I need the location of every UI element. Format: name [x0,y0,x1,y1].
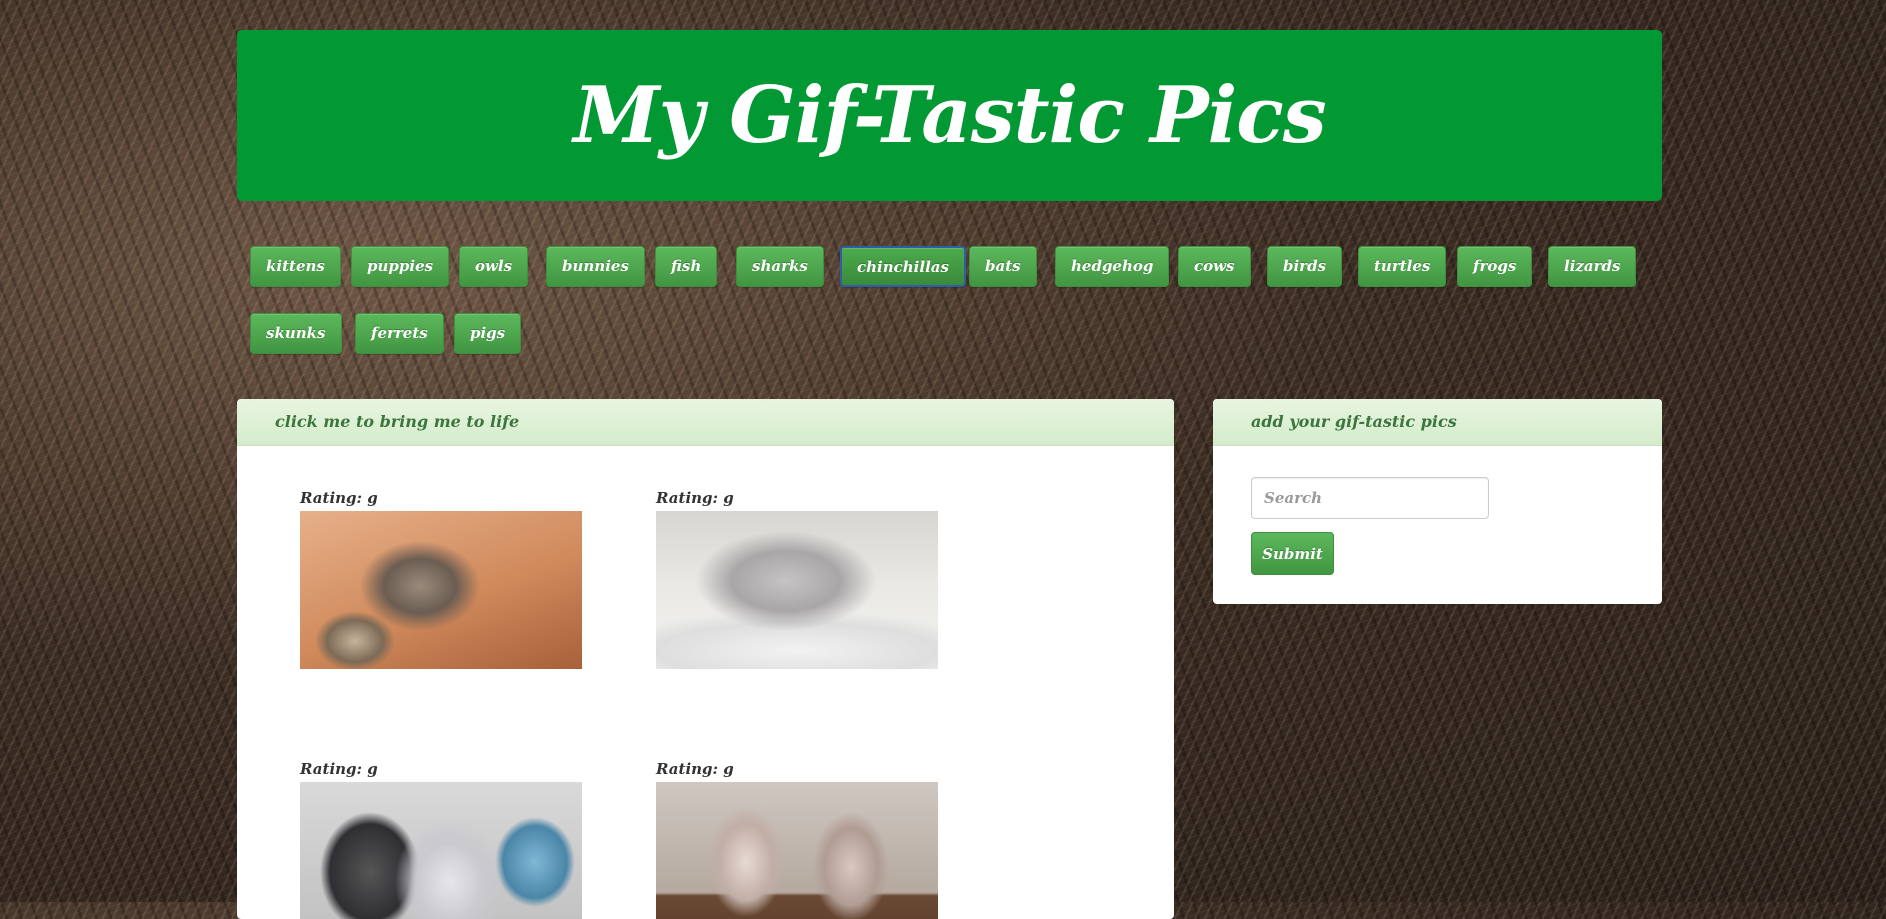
topic-button-cows[interactable]: cows [1178,246,1251,287]
topic-button-bunnies[interactable]: bunnies [546,246,645,287]
topic-button-owls[interactable]: owls [459,246,529,287]
topic-button-kittens[interactable]: kittens [250,246,341,287]
topic-button-frogs[interactable]: frogs [1457,246,1533,287]
gif-image[interactable] [656,782,938,919]
page-title: My Gif-Tastic Pics [573,70,1326,161]
topic-button-chinchillas[interactable]: chinchillas [840,246,966,287]
topic-button-turtles[interactable]: turtles [1358,246,1447,287]
gif-results-panel: click me to bring me to life Rating: g R… [237,399,1174,919]
gif-rating: Rating: g [300,760,378,778]
header-banner: My Gif-Tastic Pics [237,30,1662,201]
topic-button-lizards[interactable]: lizards [1548,246,1637,287]
gif-rating: Rating: g [656,489,734,507]
gif-item: Rating: g [300,485,582,669]
add-gif-panel: add your gif-tastic pics Submit [1213,399,1662,604]
topic-button-ferrets[interactable]: ferrets [355,313,444,354]
add-panel-heading: add your gif-tastic pics [1213,399,1662,446]
topic-button-sharks[interactable]: sharks [736,246,824,287]
gif-panel-heading: click me to bring me to life [237,399,1174,446]
topic-button-skunks[interactable]: skunks [250,313,342,354]
gif-rating: Rating: g [656,760,734,778]
gif-item: Rating: g [656,756,938,919]
gif-image[interactable] [300,782,582,919]
topic-button-birds[interactable]: birds [1267,246,1343,287]
gif-item: Rating: g [300,756,582,919]
topic-button-bats[interactable]: bats [969,246,1037,287]
gif-image[interactable] [656,511,938,669]
topic-button-pigs[interactable]: pigs [454,313,522,354]
topic-button-hedgehog[interactable]: hedgehog [1055,246,1170,287]
submit-button[interactable]: Submit [1251,532,1334,575]
topic-button-puppies[interactable]: puppies [351,246,450,287]
gif-item: Rating: g [656,485,938,669]
search-input[interactable] [1251,477,1489,519]
gif-rating: Rating: g [300,489,378,507]
topic-button-fish[interactable]: fish [655,246,718,287]
gif-image[interactable] [300,511,582,669]
